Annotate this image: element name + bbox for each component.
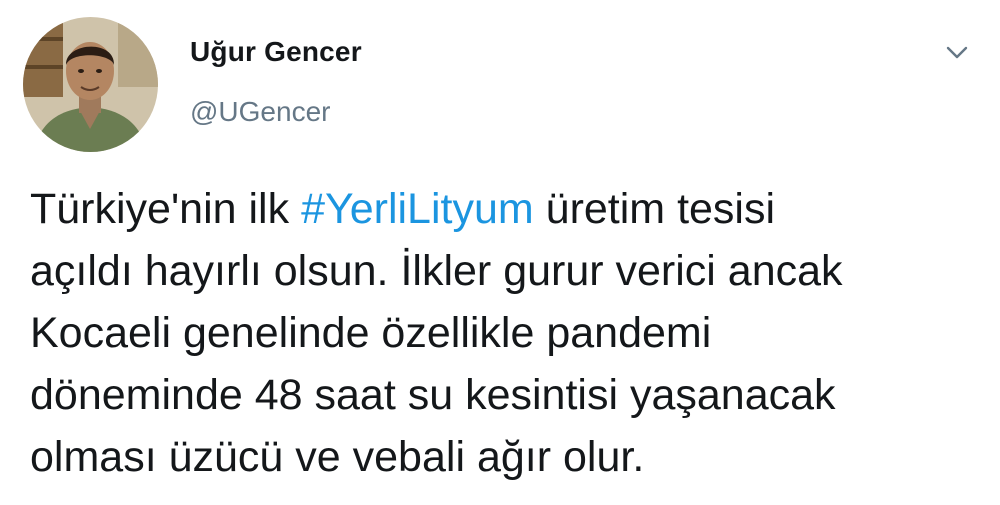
tweet-text-segment: üretim tesisi (533, 185, 776, 233)
tweet-text-segment: Türkiye'nin ilk (30, 185, 302, 233)
tweet-text-line: Türkiye'nin ilk #YerliLityum üretim tesi… (30, 178, 980, 240)
display-name[interactable]: Uğur Gencer (190, 36, 362, 68)
tweet-text-line: döneminde 48 saat su kesintisi yaşanacak (30, 371, 836, 419)
tweet-text-line: açıldı hayırlı olsun. İlkler gurur veric… (30, 247, 843, 295)
tweet-text-line: olması üzücü ve vebali ağır olur. (30, 433, 645, 481)
tweet-text-line: Kocaeli genelinde özellikle pandemi (30, 309, 712, 357)
tweet-text: Türkiye'nin ilk #YerliLityum üretim tesi… (30, 178, 980, 488)
chevron-down-icon (946, 46, 968, 59)
avatar-image (23, 17, 158, 152)
avatar[interactable] (23, 17, 158, 152)
tweet-menu-button[interactable] (940, 38, 974, 68)
tweet-card: Uğur Gencer @UGencer Türkiye'nin ilk #Ye… (0, 0, 1000, 505)
hashtag-link[interactable]: #YerliLityum (301, 185, 534, 233)
user-handle[interactable]: @UGencer (190, 96, 330, 128)
